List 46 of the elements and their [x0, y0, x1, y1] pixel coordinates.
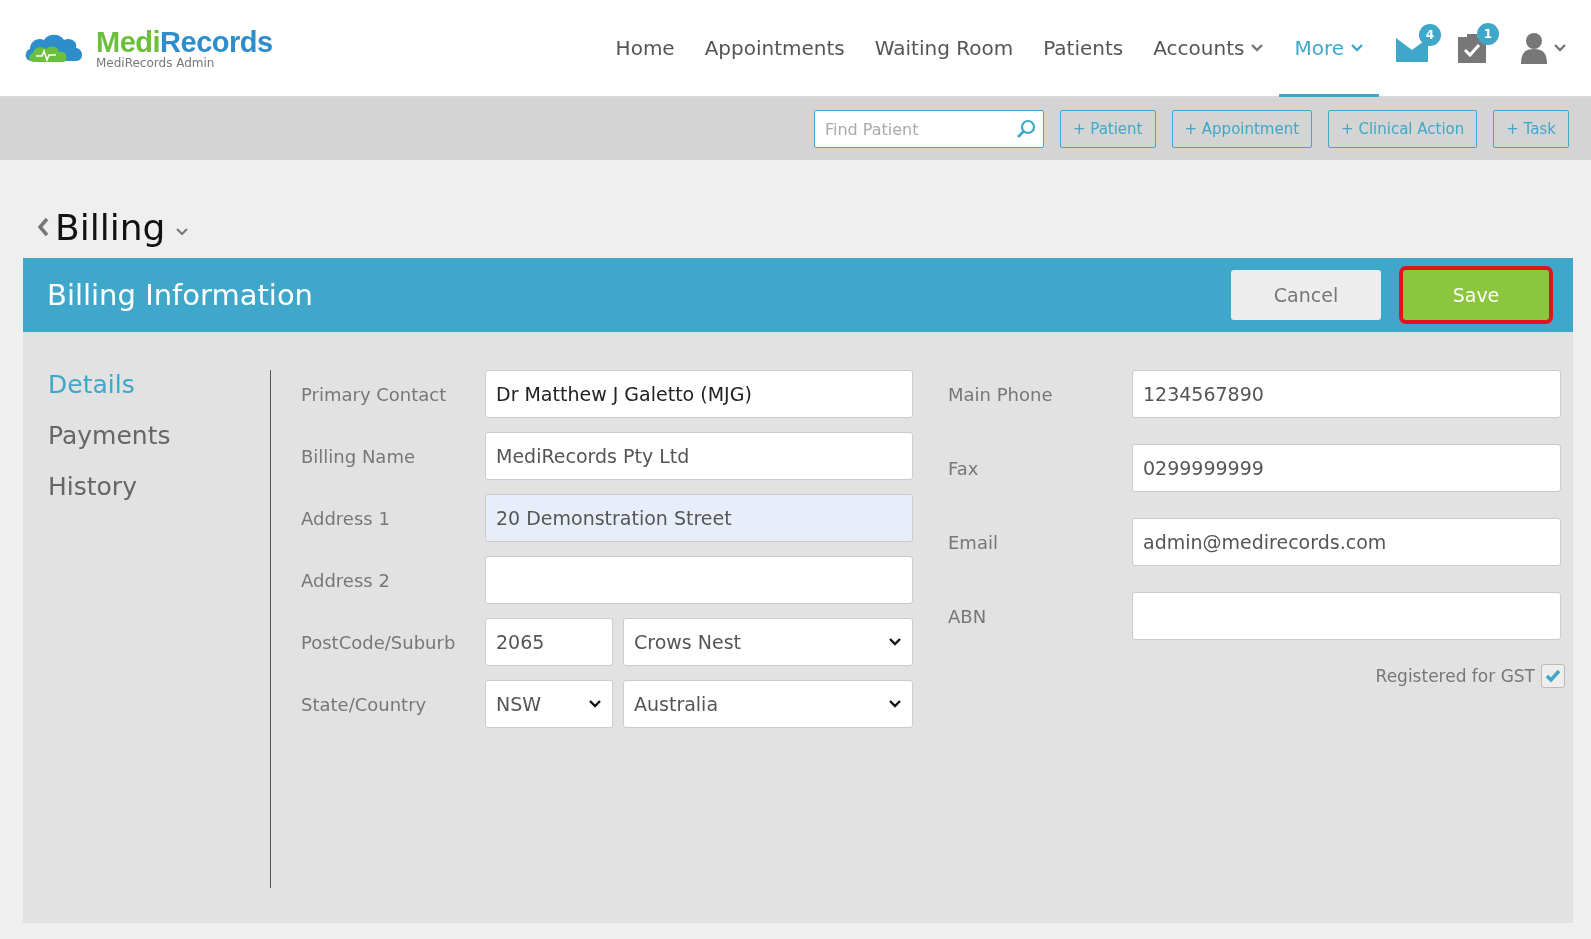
sidebar-item[interactable]: History	[48, 472, 270, 501]
sidebar-item[interactable]: Payments	[48, 421, 270, 450]
caret-icon[interactable]	[888, 699, 902, 709]
user-silhouette-icon[interactable]	[1521, 32, 1547, 64]
input-field[interactable]: 0299999999	[1132, 444, 1561, 492]
field-label: Main Phone	[948, 383, 1054, 405]
clipboard-check-icon[interactable]	[1457, 33, 1487, 63]
input-field[interactable]: 1234567890	[1132, 370, 1561, 418]
field-label: Email	[948, 531, 999, 553]
input-field[interactable]	[485, 556, 913, 604]
field-label: Fax	[948, 457, 980, 479]
back-chevron-icon[interactable]	[37, 217, 49, 237]
search-field[interactable]: Find Patient	[813, 110, 1044, 148]
nav-link[interactable]: Home	[600, 0, 690, 97]
input-field[interactable]	[1132, 592, 1561, 640]
cancel-button[interactable]: Cancel	[1231, 270, 1381, 320]
nav-link[interactable]: Appointments	[689, 0, 860, 97]
field-label: PostCode/Suburb	[301, 631, 457, 653]
field-label: Primary Contact	[301, 383, 448, 405]
field-label: State/Country	[301, 693, 428, 715]
nav-link[interactable]: Patients	[1028, 0, 1139, 97]
field-label: Address 2	[301, 569, 391, 591]
input-field[interactable]: Dr Matthew J Galetto (MJG)	[485, 370, 913, 418]
brand-subtitle: MediRecords Admin	[96, 57, 216, 69]
nav-link[interactable]: Accounts	[1138, 0, 1280, 97]
count-badge: 1	[1477, 23, 1499, 45]
input-field[interactable]: MediRecords Pty Ltd	[485, 432, 913, 480]
caret-icon[interactable]	[888, 637, 902, 647]
input-field[interactable]: 2065	[485, 618, 613, 666]
dropdown-field[interactable]: Australia	[623, 680, 913, 728]
field-label: Billing Name	[301, 445, 416, 467]
checkbox-label: Registered for GST	[1375, 666, 1535, 686]
page-title: Billing	[55, 206, 166, 248]
dropdown-field[interactable]: NSW	[485, 680, 613, 728]
brand-name: MediRecords	[96, 27, 273, 57]
dropdown-field[interactable]: Crows Nest	[623, 618, 913, 666]
search-icon[interactable]	[1015, 119, 1036, 139]
field-label: Address 1	[301, 507, 391, 529]
nav-link[interactable]: Waiting Room	[859, 0, 1029, 97]
field-label: ABN	[948, 605, 988, 627]
checkbox[interactable]	[1541, 664, 1565, 688]
count-badge: 4	[1419, 24, 1441, 46]
panel-title: Billing Information	[47, 278, 313, 312]
input-field[interactable]: 20 Demonstration Street	[485, 494, 913, 542]
caret-icon[interactable]	[588, 699, 602, 709]
input-field[interactable]: admin@medirecords.com	[1132, 518, 1561, 566]
